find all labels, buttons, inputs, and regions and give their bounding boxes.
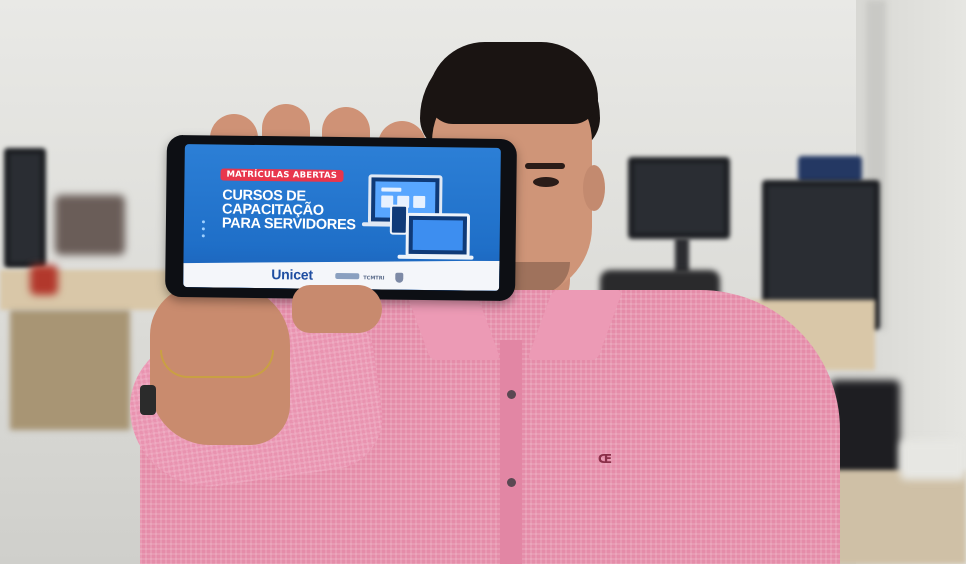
partner-label: TCMTRI — [363, 275, 385, 282]
laptop-illustration-front — [405, 212, 471, 258]
background-red-object — [30, 265, 58, 295]
background-clutter — [55, 195, 125, 255]
person-eyebrow — [525, 163, 565, 169]
phone-screen: MATRÍCULAS ABERTAS CURSOS DE CAPACITAÇÃO… — [183, 144, 501, 291]
shirt-button — [507, 390, 516, 399]
smartphone: MATRÍCULAS ABERTAS CURSOS DE CAPACITAÇÃO… — [165, 134, 517, 302]
background-paper — [900, 440, 966, 480]
background-desk-left-front — [10, 310, 130, 430]
enrollment-badge: MATRÍCULAS ABERTAS — [220, 168, 344, 183]
person-ear — [583, 165, 605, 211]
background-desk-left — [0, 270, 175, 310]
headline-line: PARA SERVIDORES — [221, 215, 356, 234]
crest-icon — [395, 272, 404, 283]
person-thumb — [292, 285, 382, 333]
shirt-logo: Œ — [598, 452, 613, 466]
person-hair-top — [428, 42, 598, 124]
background-monitor-stand — [675, 238, 689, 273]
background-monitor-center — [628, 157, 730, 239]
unicet-logo: Unicet — [271, 266, 313, 283]
person-bracelet — [160, 350, 274, 378]
partner-logo — [335, 272, 360, 280]
person-watch — [140, 385, 156, 415]
background-monitor-left — [4, 148, 46, 268]
decorative-dots — [201, 216, 205, 241]
laptop-base — [397, 254, 474, 260]
background-monitor-blue — [798, 156, 862, 182]
shirt-placket — [500, 340, 522, 564]
office-photo-scene: Œ MATRÍCULAS ABERTAS CURSOS DE CAPACITAÇ… — [0, 0, 966, 564]
shirt-button — [507, 478, 516, 487]
person-eye — [533, 177, 559, 187]
ad-headline: CURSOS DE CAPACITAÇÃO PARA SERVIDORES — [221, 188, 383, 234]
